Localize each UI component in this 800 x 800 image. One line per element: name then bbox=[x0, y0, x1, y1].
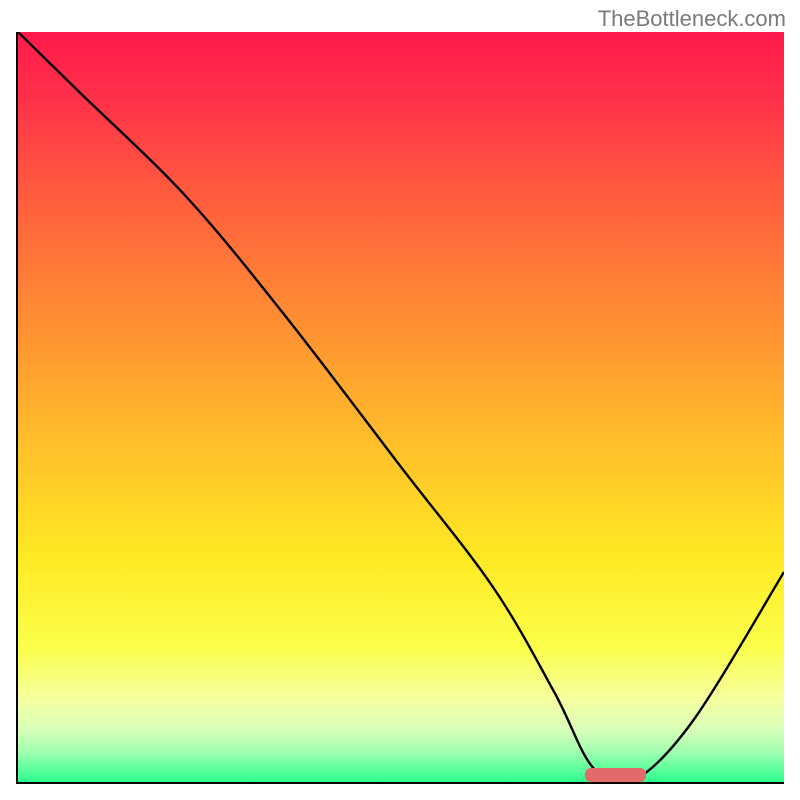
chart-svg bbox=[18, 32, 784, 782]
bottleneck-chart: TheBottleneck.com bbox=[0, 0, 800, 800]
bottleneck-curve-path bbox=[18, 32, 784, 782]
plot-area bbox=[16, 32, 784, 784]
watermark-text: TheBottleneck.com bbox=[598, 6, 786, 32]
optimal-range-marker bbox=[585, 768, 646, 782]
